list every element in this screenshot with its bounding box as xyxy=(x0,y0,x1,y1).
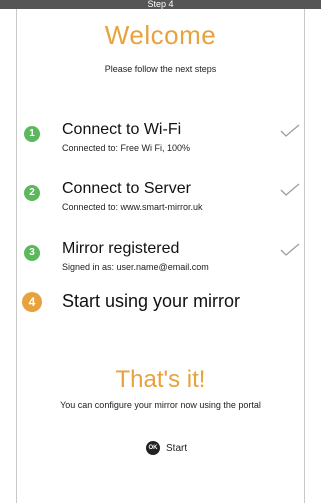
step-header-bar: Step 4 xyxy=(0,0,321,9)
step-number-badge: 4 xyxy=(22,292,42,312)
checkmark-icon xyxy=(280,243,300,256)
step-title: Connect to Wi-Fi xyxy=(62,121,182,138)
start-button[interactable]: OK Start xyxy=(146,440,187,456)
welcome-subtitle: Please follow the next steps xyxy=(104,64,217,74)
step-header-label: Step 4 xyxy=(147,0,174,9)
step-title: Start using your mirror xyxy=(62,291,241,311)
checkmark-icon xyxy=(280,183,300,196)
step-number-badge: 2 xyxy=(24,185,40,201)
finish-message: You can configure your mirror now using … xyxy=(60,400,261,410)
welcome-title: Welcome xyxy=(104,20,217,50)
ok-icon: OK xyxy=(146,441,160,455)
start-button-label: Start xyxy=(166,442,188,454)
step-title: Connect to Server xyxy=(62,180,191,197)
checkmark-icon xyxy=(280,124,300,137)
step-number-badge: 1 xyxy=(24,126,40,142)
step-detail: Signed in as: user.name@email.com xyxy=(62,262,209,272)
step-number-badge: 3 xyxy=(24,245,40,261)
step-title: Mirror registered xyxy=(62,240,180,257)
step-detail: Connected to: www.smart-mirror.uk xyxy=(62,202,203,212)
finish-title: That's it! xyxy=(115,366,206,393)
step-detail: Connected to: Free Wi Fi, 100% xyxy=(62,143,191,153)
